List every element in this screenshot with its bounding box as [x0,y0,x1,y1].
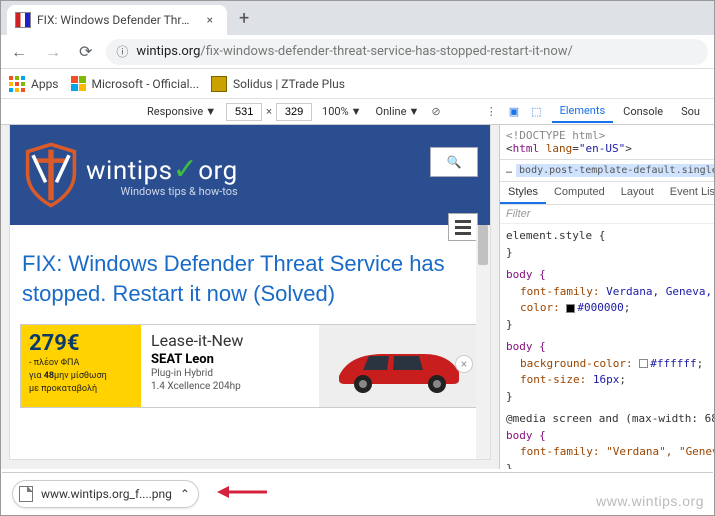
tab-elements[interactable]: Elements [552,100,614,123]
annotation-arrow-icon [217,484,269,503]
site-info-icon[interactable]: ⓘ [116,43,128,60]
dom-tree[interactable]: <!DOCTYPE html> <html lang="en-US"> [500,125,714,160]
styles-tab-bar: Styles Computed Layout Event Lis [500,182,714,205]
bookmarks-bar: Apps Microsoft - Official... Solidus | Z… [1,69,714,99]
url-text: wintips.org/fix-windows-defender-threat-… [136,44,573,59]
ad-price-box: 279€ - πλέον ΦΠΑ για 48μην μίσθωση με πρ… [21,325,141,407]
microsoft-icon [71,76,86,91]
more-icon[interactable]: ⋮ [484,103,499,120]
tab-layout[interactable]: Layout [613,182,662,204]
browser-tab-bar: FIX: Windows Defender Threat Se × + [1,1,714,35]
tab-sources[interactable]: Sou [673,101,708,122]
ad-price: 279€ [29,331,133,356]
dom-html-node[interactable]: <html lang="en-US"> [506,142,708,155]
device-toggle-icon[interactable]: ⬚ [529,103,543,120]
search-button[interactable]: 🔍 [430,147,478,177]
devtools-inspector: <!DOCTYPE html> <html lang="en-US"> … bo… [499,99,714,469]
apps-label: Apps [31,77,59,91]
device-select[interactable]: Responsive ▼ [143,103,220,120]
inspect-element-icon[interactable]: ▣ [507,103,521,120]
ad-spec2: 1.4 Xcellence 204hp [151,380,309,393]
ad-text-box: Lease-it-New SEAT Leon Plug-in Hybrid 1.… [141,325,319,407]
css-rules[interactable]: element.style { } body { font-family: Ve… [500,224,714,469]
bookmark-label: Solidus | ZTrade Plus [233,77,345,91]
ad-model: SEAT Leon [151,352,309,367]
address-bar[interactable]: ⓘ wintips.org/fix-windows-defender-threa… [106,39,708,65]
devtools-viewport: Responsive ▼ × 100% ▼ Online ▼ ⊘ ⋮ ▣ ⬚ E… [1,99,714,469]
favicon-icon [15,12,31,28]
new-tab-button[interactable]: + [233,6,255,31]
ad-spec1: Plug-in Hybrid [151,367,309,380]
reload-button[interactable]: ⟳ [75,38,96,65]
apps-icon [9,76,25,92]
tab-title: FIX: Windows Defender Threat Se [37,13,195,27]
close-tab-button[interactable]: × [201,11,219,29]
throttle-select[interactable]: Online ▼ [372,103,424,120]
zoom-select[interactable]: 100% ▼ [318,103,366,120]
breadcrumb-ellipsis: … [506,165,512,176]
ad-brand: Lease-it-New [151,331,309,350]
browser-tab[interactable]: FIX: Windows Defender Threat Se × [7,5,227,35]
site-brand: wintips✓org [86,152,238,187]
chevron-up-icon[interactable]: ⌃ [180,487,190,501]
menu-button[interactable] [448,213,478,241]
styles-filter[interactable]: Filter [500,205,714,224]
forward-button[interactable]: → [41,38,65,66]
bookmark-solidus[interactable]: Solidus | ZTrade Plus [211,76,345,92]
ad-line3: με προκαταβολή [29,384,133,395]
logo-shield-icon [24,142,78,208]
height-input[interactable] [276,103,312,121]
page-title: FIX: Windows Defender Threat Service has… [22,249,478,308]
bookmark-microsoft[interactable]: Microsoft - Official... [71,76,200,91]
dimension-x: × [266,105,272,118]
breadcrumb-body[interactable]: body.post-template-default.single.sing [516,164,714,177]
browser-nav-bar: ← → ⟳ ⓘ wintips.org/fix-windows-defender… [1,35,714,69]
width-input[interactable] [226,103,262,121]
solidus-icon [211,76,227,92]
bookmark-label: Microsoft - Official... [92,77,200,91]
download-filename: www.wintips.org_f....png [41,487,172,501]
dimensions: × [226,103,312,121]
page-scrollbar[interactable] [476,225,490,459]
ad-line2: για 48μην μίσθωση [29,371,133,382]
tab-computed[interactable]: Computed [546,182,613,204]
download-bar: www.wintips.org_f....png ⌃ [2,472,713,514]
rotate-icon[interactable]: ⊘ [429,103,442,120]
check-icon: ✓ [173,152,199,187]
ad-line1: - πλέον ΦΠΑ [29,358,133,369]
apps-button[interactable]: Apps [9,76,59,92]
tab-console[interactable]: Console [615,101,671,122]
devtools-toolbar: Responsive ▼ × 100% ▼ Online ▼ ⊘ ⋮ ▣ ⬚ E… [1,99,714,125]
search-icon: 🔍 [447,155,462,169]
dom-doctype: <!DOCTYPE html> [506,129,708,142]
back-button[interactable]: ← [7,38,31,66]
tab-event-listeners[interactable]: Event Lis [662,182,714,204]
file-icon [19,486,33,502]
ad-banner[interactable]: 279€ - πλέον ΦΠΑ για 48μην μίσθωση με πρ… [20,324,480,408]
site-header: wintips✓org Windows tips & how-tos 🔍 [10,125,490,225]
devtools-breadcrumb[interactable]: … body.post-template-default.single.sing [500,160,714,182]
page-frame[interactable]: wintips✓org Windows tips & how-tos 🔍 FIX… [10,125,490,459]
page-content: FIX: Windows Defender Threat Service has… [10,225,490,316]
download-chip[interactable]: www.wintips.org_f....png ⌃ [12,480,199,508]
device-preview-pane: wintips✓org Windows tips & how-tos 🔍 FIX… [1,99,499,469]
tab-styles[interactable]: Styles [500,182,546,204]
